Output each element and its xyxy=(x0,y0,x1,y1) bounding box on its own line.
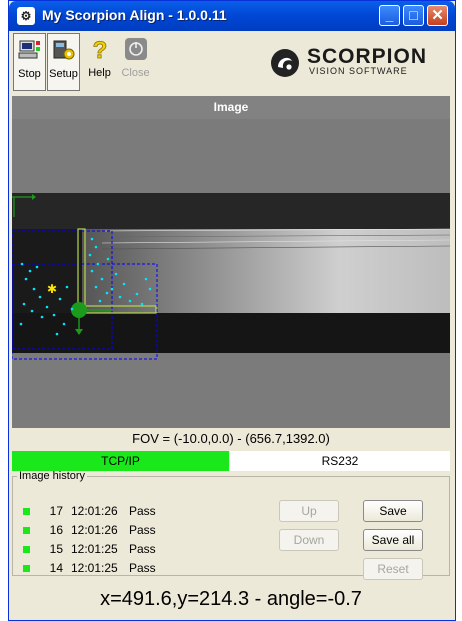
power-icon xyxy=(124,38,147,60)
scorpion-brand-logo: SCORPION VISION SOFTWARE xyxy=(269,45,449,79)
history-num: 17 xyxy=(49,504,63,518)
camera-image: ✱ xyxy=(12,193,450,360)
history-result: Pass xyxy=(129,542,156,556)
history-num: 16 xyxy=(49,523,63,537)
down-button[interactable]: Down xyxy=(279,529,339,551)
scorpion-logo-icon xyxy=(271,49,299,77)
save-button[interactable]: Save xyxy=(363,500,423,522)
history-num: 14 xyxy=(49,561,63,575)
rs232-status: RS232 xyxy=(230,451,450,471)
alignment-result: x=491.6,y=214.3 - angle=-0.7 xyxy=(100,588,362,610)
close-button[interactable]: Close xyxy=(119,33,152,91)
history-row[interactable]: 14 12:01:25 Pass xyxy=(19,559,269,578)
history-row[interactable]: 16 12:01:26 Pass xyxy=(19,521,269,540)
pass-indicator xyxy=(23,565,30,572)
history-num: 15 xyxy=(49,542,63,556)
title-bar[interactable]: ⚙ My Scorpion Align - 1.0.0.11 _ □ ✕ xyxy=(9,1,455,31)
image-dark-band-top xyxy=(12,193,450,229)
history-time: 12:01:25 xyxy=(71,542,118,556)
image-viewer[interactable]: ✱ xyxy=(12,119,450,428)
image-history-group: Image history 17 12:01:26 Pass 16 12:01:… xyxy=(12,470,450,580)
stop-computer-icon xyxy=(18,40,40,59)
stop-button[interactable]: Stop xyxy=(13,33,46,91)
brand-tagline: VISION SOFTWARE xyxy=(309,66,408,76)
pass-indicator xyxy=(23,546,30,553)
help-button[interactable]: ? Help xyxy=(83,33,116,91)
reset-button[interactable]: Reset xyxy=(363,558,423,580)
help-question-icon: ? xyxy=(92,37,107,65)
connection-status-bar: TCP/IP RS232 xyxy=(12,451,450,471)
image-history-legend: Image history xyxy=(19,470,86,482)
stop-label: Stop xyxy=(18,68,41,80)
setup-icon xyxy=(53,40,74,60)
history-time: 12:01:26 xyxy=(71,504,118,518)
image-panel-title: Image xyxy=(12,96,450,119)
minimize-button[interactable]: _ xyxy=(379,5,400,26)
up-button[interactable]: Up xyxy=(279,500,339,522)
maximize-button[interactable]: □ xyxy=(403,5,424,26)
pass-indicator xyxy=(23,508,30,515)
overlay-star-icon: ✱ xyxy=(47,282,57,296)
history-result: Pass xyxy=(129,523,156,537)
svg-text:?: ? xyxy=(92,37,107,61)
app-icon[interactable]: ⚙ xyxy=(17,7,35,25)
pass-indicator xyxy=(23,527,30,534)
history-row[interactable]: 15 12:01:25 Pass xyxy=(19,540,269,559)
history-time: 12:01:25 xyxy=(71,561,118,575)
history-result: Pass xyxy=(129,504,156,518)
help-label: Help xyxy=(88,67,111,79)
setup-button[interactable]: Setup xyxy=(47,33,80,91)
toolbar: Stop Setup ? Help Close SCORPION VISION … xyxy=(9,31,455,92)
image-history-list[interactable]: 17 12:01:26 Pass 16 12:01:26 Pass 15 12:… xyxy=(19,502,269,578)
history-row[interactable]: 17 12:01:26 Pass xyxy=(19,502,269,521)
save-all-button[interactable]: Save all xyxy=(363,529,423,551)
window-title: My Scorpion Align - 1.0.0.11 xyxy=(42,7,227,23)
history-time: 12:01:26 xyxy=(71,523,118,537)
history-result: Pass xyxy=(129,561,156,575)
close-label: Close xyxy=(121,67,150,79)
setup-label: Setup xyxy=(49,68,78,80)
fov-readout: FOV = (-10.0,0.0) - (656.7,1392.0) xyxy=(12,428,450,450)
close-window-button[interactable]: ✕ xyxy=(427,5,448,26)
tcpip-status: TCP/IP xyxy=(12,451,229,471)
